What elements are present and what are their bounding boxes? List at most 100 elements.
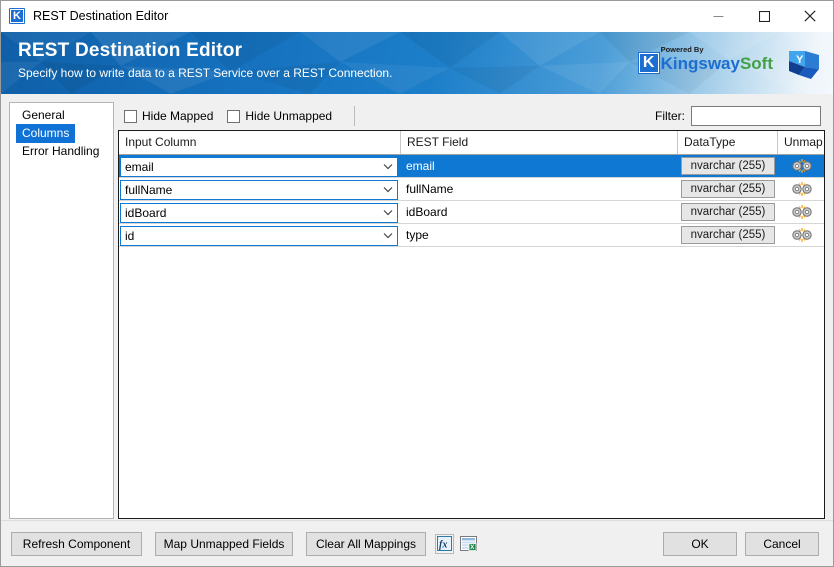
brand-k-letter: K [642,54,655,71]
yoke-y-logo: Y [789,51,819,79]
brand-k-icon: K [637,52,660,74]
hide-unmapped-label: Hide Unmapped [245,109,333,123]
input-column-value: fullName [125,182,173,197]
hide-unmapped-checkbox-box[interactable] [227,109,241,123]
filter-input[interactable] [691,106,821,126]
fx-expression-button[interactable]: fx [435,533,454,554]
chevron-down-icon[interactable] [379,186,397,193]
row-data-type-cell[interactable]: nvarchar (255) [678,201,778,223]
chevron-down-icon[interactable] [379,163,397,170]
page-navigation-sidebar: General Columns Error Handling [9,102,114,519]
unmap-icon[interactable] [790,227,814,243]
footer-primary-actions: OK Cancel [663,531,823,556]
sidebar-item-columns-label: Columns [16,124,76,143]
row-input-column-cell[interactable]: email [119,155,401,177]
data-type-value: nvarchar (255) [681,226,775,244]
export-grid-button[interactable]: X [459,534,478,554]
sidebar-item-general[interactable]: General [10,107,113,124]
row-unmap-cell[interactable] [778,201,824,223]
data-type-value: nvarchar (255) [681,180,775,198]
maximize-icon[interactable] [741,1,787,31]
close-icon[interactable] [787,1,833,31]
grid-header-data-type[interactable]: DataType [678,131,778,154]
map-unmapped-fields-button[interactable]: Map Unmapped Fields [155,531,293,556]
svg-text:X: X [470,545,474,551]
clear-all-mappings-button[interactable]: Clear All Mappings [306,531,426,556]
unmap-icon[interactable] [790,158,814,174]
columns-pane: Hide Mapped Hide Unmapped Filter: Input … [118,102,825,520]
input-column-dropdown[interactable]: idBoard [120,202,398,223]
kingswaysoft-brand-logo: K Powered By KingswaySoft [637,45,773,74]
data-type-value: nvarchar (255) [681,203,775,221]
rest-destination-editor-window: K REST Destination Editor REST Destinati… [0,0,834,567]
fx-expression-icon: fx [437,536,452,551]
dialog-footer: Refresh Component Map Unmapped Fields Cl… [1,520,833,566]
filter-group: Filter: [655,106,825,126]
data-type-value: nvarchar (255) [681,157,775,175]
brand-name: KingswaySoft [661,55,773,72]
hide-mapped-checkbox-box[interactable] [124,109,137,123]
row-rest-field-cell[interactable]: email [401,155,678,177]
svg-text:fx: fx [439,540,447,551]
export-grid-icon: X [460,536,477,551]
content-area: General Columns Error Handling Hide Mapp… [1,94,833,520]
input-column-dropdown[interactable]: email [120,156,398,177]
grid-body: email email nvarchar (255) fullName full… [119,155,824,518]
header-banner: REST Destination Editor Specify how to w… [1,32,833,94]
refresh-component-button[interactable]: Refresh Component [11,531,142,556]
column-mapping-grid: Input Column REST Field DataType Unmap e… [118,130,825,519]
sidebar-item-error-handling-label: Error Handling [22,144,100,158]
table-row[interactable]: id type nvarchar (255) [119,224,824,247]
table-row[interactable]: idBoard idBoard nvarchar (255) [119,201,824,224]
page-title: REST Destination Editor [18,40,243,61]
grid-header-input-column[interactable]: Input Column [119,131,401,154]
filter-label: Filter: [655,109,685,123]
row-unmap-cell[interactable] [778,224,824,246]
hide-mapped-checkbox[interactable]: Hide Mapped [124,109,213,123]
row-data-type-cell[interactable]: nvarchar (255) [678,155,778,177]
banner-text-block: REST Destination Editor Specify how to w… [18,39,392,82]
unmap-icon[interactable] [790,204,814,220]
chevron-down-icon[interactable] [379,232,397,239]
title-bar: K REST Destination Editor [1,1,833,32]
input-column-value: id [125,228,135,243]
grid-toolbar: Hide Mapped Hide Unmapped Filter: [118,102,825,130]
input-column-dropdown[interactable]: id [120,225,398,246]
minimize-icon[interactable] [695,1,741,31]
row-unmap-cell[interactable] [778,178,824,200]
grid-header-unmap[interactable]: Unmap [778,131,824,154]
svg-text:Y: Y [796,54,804,66]
row-input-column-cell[interactable]: fullName [119,178,401,200]
grid-header-rest-field[interactable]: REST Field [401,131,678,154]
brand-soft-text: Soft [739,53,773,73]
cancel-button[interactable]: Cancel [745,531,819,556]
row-rest-field-cell[interactable]: fullName [401,178,678,200]
table-row[interactable]: email email nvarchar (255) [119,155,824,178]
row-input-column-cell[interactable]: idBoard [119,201,401,223]
row-unmap-cell[interactable] [778,155,824,177]
input-column-value: email [125,159,154,174]
chevron-down-icon[interactable] [379,209,397,216]
grid-header-row: Input Column REST Field DataType Unmap [119,131,824,155]
row-data-type-cell[interactable]: nvarchar (255) [678,178,778,200]
hide-mapped-label: Hide Mapped [142,109,214,123]
hide-unmapped-checkbox[interactable]: Hide Unmapped [227,109,332,123]
window-controls [695,1,833,31]
brand-powered-by-label: Powered By [660,44,704,54]
ok-button[interactable]: OK [663,531,737,556]
row-input-column-cell[interactable]: id [119,224,401,246]
unmap-icon[interactable] [790,181,814,197]
input-column-dropdown[interactable]: fullName [120,179,398,200]
window-title: REST Destination Editor [33,9,169,23]
brand-wordmark: Powered By KingswaySoft [661,45,773,72]
sidebar-item-columns[interactable]: Columns [10,124,113,143]
brand-kingsway-text: Kingsway [660,53,740,73]
table-row[interactable]: fullName fullName nvarchar (255) [119,178,824,201]
kingswaysoft-k-icon: K [9,8,25,24]
sidebar-item-error-handling[interactable]: Error Handling [10,143,113,160]
row-data-type-cell[interactable]: nvarchar (255) [678,224,778,246]
input-column-value: idBoard [125,205,167,220]
toolbar-separator [354,106,356,126]
row-rest-field-cell[interactable]: type [401,224,678,246]
row-rest-field-cell[interactable]: idBoard [401,201,678,223]
